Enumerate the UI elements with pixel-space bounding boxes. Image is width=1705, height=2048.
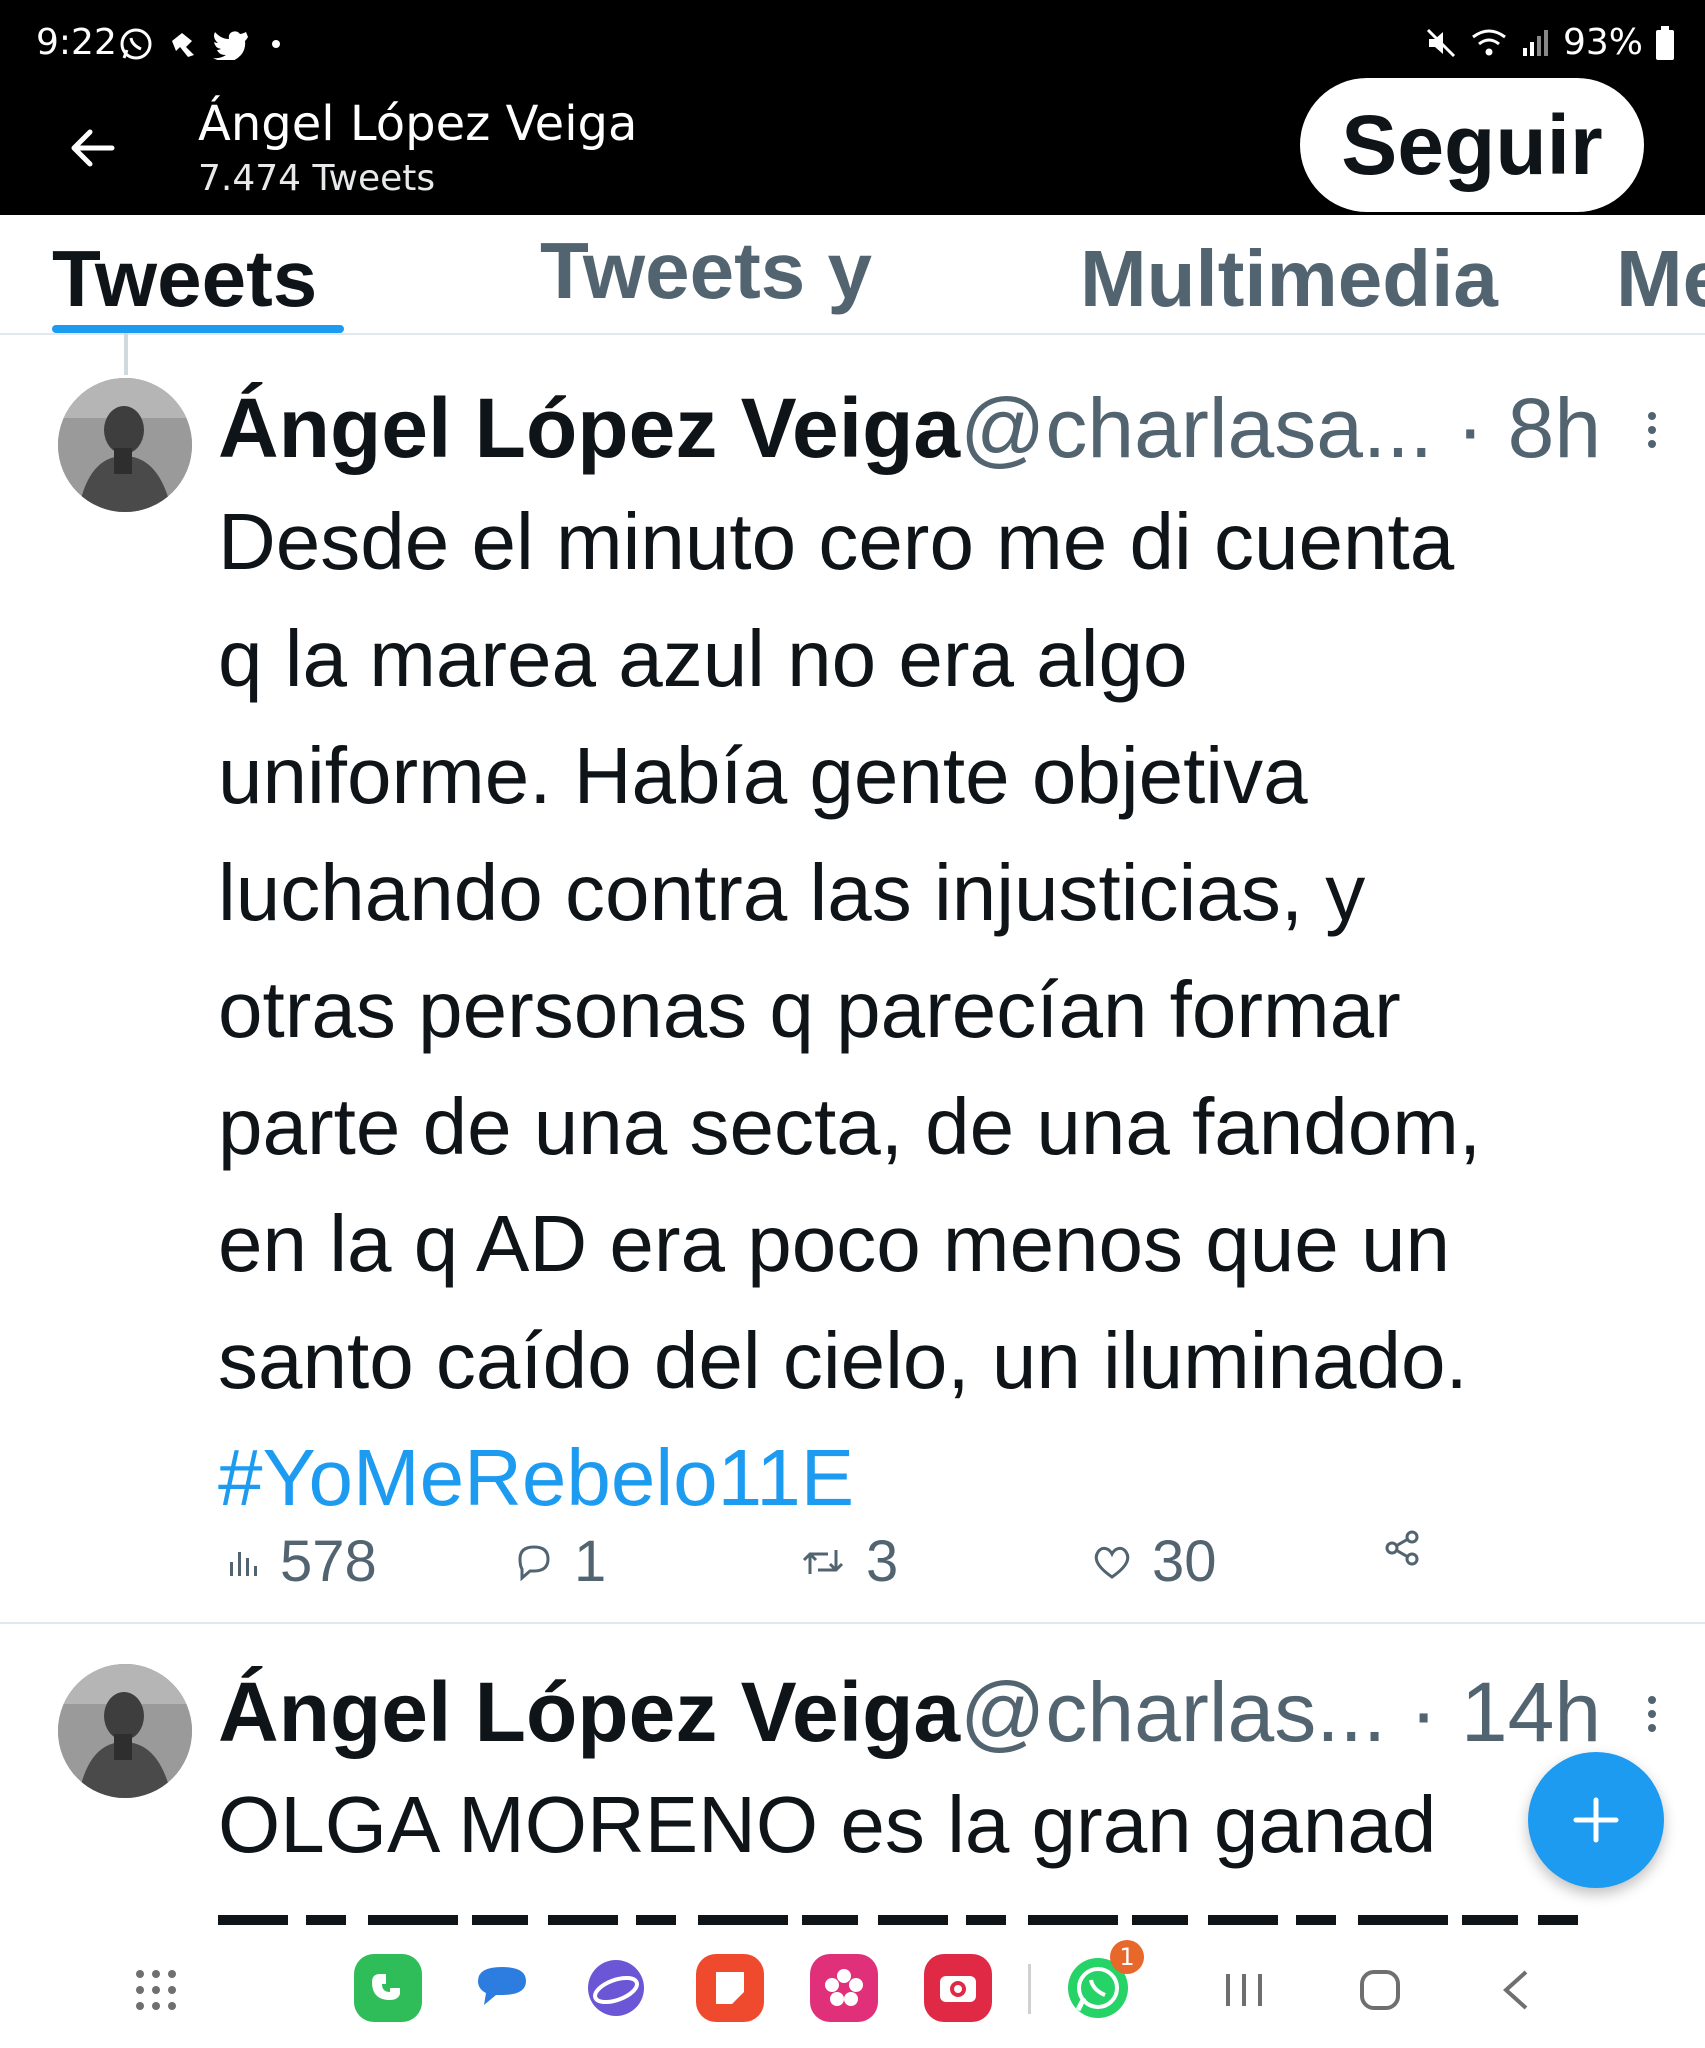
retweet-button[interactable]: 3 [800,1528,898,1595]
tweet-author-name[interactable]: Ángel López Veiga [218,381,960,475]
notification-badge: 1 [1110,1940,1144,1974]
clipped-text-line [218,1912,1578,1928]
tab-tweets[interactable]: Tweets [52,233,317,325]
more-icon[interactable] [1648,1696,1660,1738]
home-icon[interactable] [1356,1966,1404,2014]
compose-button[interactable] [1528,1752,1664,1888]
avatar[interactable] [58,378,192,512]
notes-app-icon[interactable] [696,1954,764,2022]
tweet-text: OLGA MORENO es la gran ganad [218,1766,1678,1883]
tweet-text-line: otras personas q parecían formar [218,965,1401,1054]
reply-button[interactable]: 1 [514,1528,606,1595]
internet-app-icon[interactable] [582,1954,650,2022]
thread-connector [124,333,128,375]
tweet-text-line: OLGA MORENO es la gran ganad [218,1780,1437,1869]
tweet-text: Desde el minuto cero me di cuenta q la m… [218,483,1678,1536]
tweet-header: Ángel López Veiga@charlasa... · 8h [218,380,1601,477]
tweet-author-name[interactable]: Ángel López Veiga [218,1665,960,1759]
like-button[interactable]: 30 [1092,1528,1217,1595]
follow-button[interactable]: Seguir [1300,78,1644,212]
tab-likes[interactable]: Me [1616,233,1705,325]
active-tab-indicator [52,325,344,333]
tab-tweets-and-replies[interactable]: Tweets y [540,225,872,317]
share-button[interactable] [1382,1528,1422,1568]
retweet-icon [802,1549,844,1574]
views-count: 578 [280,1529,377,1594]
more-icon[interactable] [1648,412,1660,454]
reply-count: 1 [574,1529,607,1594]
tweet-text-line: Desde el minuto cero me di cuenta [218,497,1455,586]
profile-tabs: Tweets Tweets y Multimedia Me [0,215,1705,335]
tweet-separator: · [1456,381,1485,475]
tiktok-icon [172,33,194,57]
twitter-icon [213,31,248,60]
whatsapp-icon [120,28,152,60]
phone-app-icon[interactable] [354,1954,422,2022]
wifi-icon [1472,29,1506,55]
share-icon [1385,1530,1419,1566]
mute-icon [1426,28,1456,57]
tweet-timestamp[interactable]: 8h [1508,381,1601,475]
recents-icon[interactable] [1222,1970,1266,2010]
tweet-timestamp[interactable]: 14h [1461,1665,1601,1759]
views-icon [230,1551,257,1576]
tweet-count: 7.474 Tweets [198,158,436,199]
battery-percent: 93% [1562,22,1643,63]
status-notification-icons [118,26,280,62]
status-time: 9:22 [36,22,117,63]
tweet-separator: · [1409,1665,1438,1759]
tweet-author-handle[interactable]: @charlas... [960,1665,1386,1759]
views-button[interactable]: 578 [228,1528,377,1595]
status-dot [272,40,280,48]
dock-separator [1028,1964,1031,2014]
nav-back-icon[interactable] [1496,1968,1536,2012]
hashtag-link[interactable]: #YoMeRebelo11E [218,1419,1678,1536]
camera-app-icon[interactable] [924,1954,992,2022]
tweet-actions: 578 1 3 30 [218,1528,1658,1608]
tweet-divider [0,1622,1705,1624]
tweet-text-line: santo caído del cielo, un iluminado. [218,1316,1468,1405]
battery-icon [1656,25,1674,60]
android-navigation-dock [0,1928,1705,2048]
back-arrow-icon[interactable] [62,118,122,178]
avatar-photo [58,1664,192,1798]
gallery-app-icon[interactable] [810,1954,878,2022]
avatar[interactable] [58,1664,192,1798]
avatar-photo [58,378,192,512]
profile-name: Ángel López Veiga [198,96,638,152]
tweet-author-handle[interactable]: @charlasa... [960,381,1433,475]
tweet-text-line: q la marea azul no era algo [218,614,1188,703]
tweet-text-line: en la q AD era poco menos que un [218,1199,1450,1288]
tab-media[interactable]: Multimedia [1080,233,1498,325]
signal-icon [1522,29,1548,56]
compose-plus-icon [1573,1797,1619,1843]
messages-app-icon[interactable] [468,1954,536,2022]
tweet-text-line: luchando contra las injusticias, y [218,848,1366,937]
reply-icon [518,1544,550,1581]
tweet-text-line: uniforme. Había gente objetiva [218,731,1308,820]
app-drawer-icon[interactable] [134,1968,178,2012]
tweet-header: Ángel López Veiga@charlas... · 14h [218,1664,1601,1761]
like-icon [1094,1546,1130,1579]
top-bar: 9:22 93% Ángel López Veiga 7.474 Tweets … [0,0,1705,215]
status-system-icons: 93% [1425,22,1675,63]
tweet-text-line: parte de una secta, de una fandom, [218,1082,1482,1171]
like-count: 30 [1152,1529,1217,1594]
retweet-count: 3 [866,1529,899,1594]
